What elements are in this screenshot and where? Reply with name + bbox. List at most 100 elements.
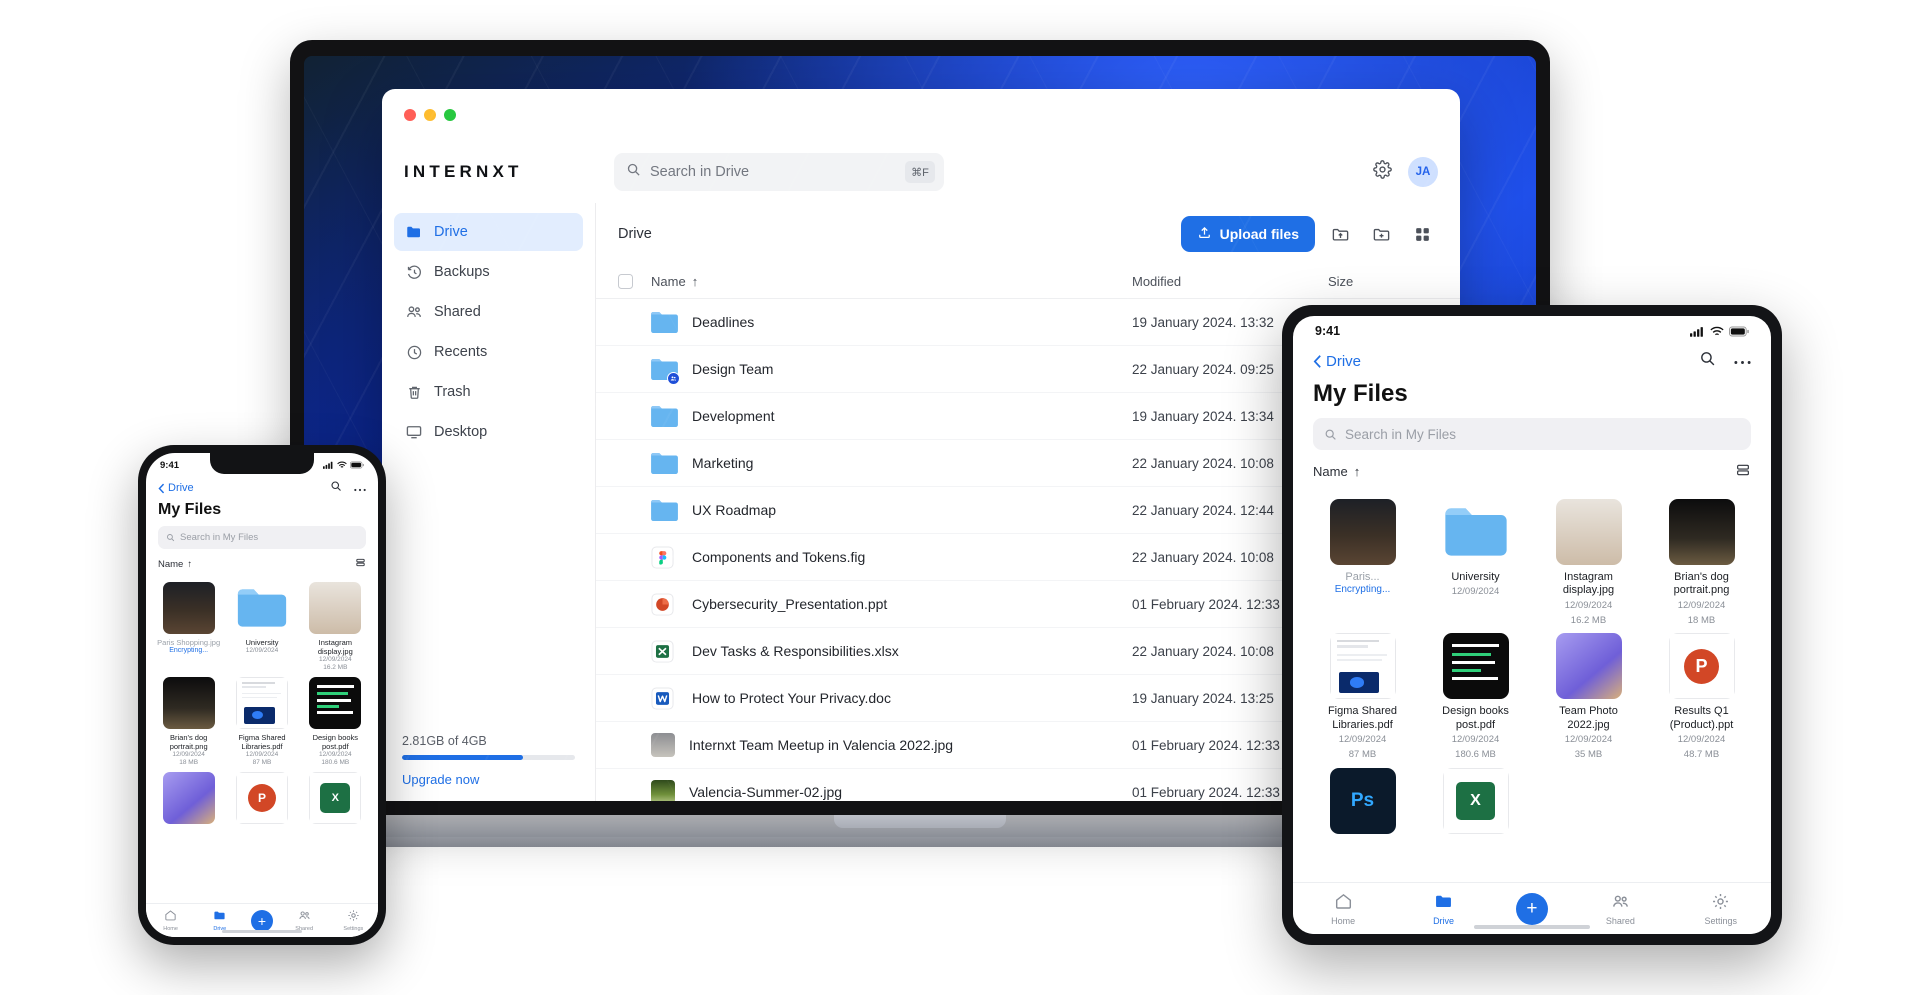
upgrade-link[interactable]: Upgrade now (402, 772, 575, 787)
tab-drive[interactable]: Drive (1416, 892, 1472, 926)
grid-item[interactable]: Instagram display.jpg12/09/202416.2 MB (1537, 499, 1640, 627)
row-checkbox[interactable] (618, 785, 633, 800)
sidebar-item-backups[interactable]: Backups (394, 253, 583, 291)
upload-files-button[interactable]: Upload files (1181, 216, 1315, 252)
grid-item[interactable]: Figma Shared Libraries.pdf12/09/202487 M… (1311, 633, 1414, 761)
file-thumbnail (1443, 499, 1509, 565)
grid-item[interactable]: University12/09/2024 (1424, 499, 1527, 627)
search-icon[interactable] (1699, 350, 1716, 372)
wifi-icon (1710, 326, 1724, 337)
row-checkbox[interactable] (618, 362, 633, 377)
tab-home[interactable]: Home (153, 909, 189, 932)
sort-label: Name (158, 559, 183, 570)
row-checkbox[interactable] (618, 409, 633, 424)
maximize-window-button[interactable] (444, 109, 456, 121)
back-button[interactable]: Drive (158, 482, 194, 494)
file-name: Design Team (692, 361, 1132, 377)
page-title: My Files (146, 499, 378, 526)
phone-navbar: Drive (146, 477, 378, 499)
file-date: 12/09/2024 (1678, 734, 1726, 747)
grid-item[interactable]: University12/09/2024 (229, 582, 294, 673)
grid-item[interactable]: Figma Shared Libraries.pdf12/09/202487 M… (229, 677, 294, 768)
grid-item[interactable]: P (229, 772, 294, 828)
grid-view-icon[interactable] (1406, 218, 1438, 250)
file-name: Instagram display.jpg (1537, 571, 1640, 598)
file-size: 18 MB (1688, 615, 1715, 628)
tab-drive[interactable]: Drive (202, 909, 238, 932)
sidebar-item-shared[interactable]: Shared (394, 293, 583, 331)
grid-item[interactable]: Team Photo 2022.jpg12/09/202435 MB (1537, 633, 1640, 761)
search-input[interactable]: Search in My Files (158, 526, 366, 549)
tab-label: Settings (1704, 916, 1737, 926)
grid-item[interactable]: Instagram display.jpg12/09/202416.2 MB (303, 582, 368, 673)
grid-item[interactable]: Paris Shopping.jpgEncrypting... (156, 582, 221, 673)
sort-control[interactable]: Name ↑ (146, 557, 378, 576)
grid-item[interactable]: Brian's dog portrait.png12/09/202418 MB (1650, 499, 1753, 627)
select-all-checkbox[interactable] (618, 274, 633, 289)
topbar-actions: JA (1373, 157, 1438, 187)
grid-item[interactable]: Design books post.pdf12/09/2024180.6 MB (1424, 633, 1527, 761)
sidebar-item-label: Drive (434, 224, 468, 240)
new-folder-upload-icon[interactable] (1324, 218, 1356, 250)
file-status: Encrypting... (169, 647, 208, 654)
marketing-composition: INTERNXT Search in Drive ⌘F (0, 0, 1920, 995)
plus-icon[interactable]: + (251, 910, 273, 932)
minimize-window-button[interactable] (424, 109, 436, 121)
grid-item[interactable]: PResults Q1 (Product).ppt12/09/202448.7 … (1650, 633, 1753, 761)
grid-item[interactable]: Paris...Encrypting... (1311, 499, 1414, 627)
list-view-icon[interactable] (355, 557, 366, 571)
sort-control[interactable]: Name ↑ (1293, 462, 1771, 489)
grid-item[interactable] (156, 772, 221, 828)
grid-item[interactable]: X (303, 772, 368, 828)
grid-item[interactable]: Brian's dog portrait.png12/09/202418 MB (156, 677, 221, 768)
tab-shared[interactable]: Shared (286, 909, 322, 932)
file-thumbnail (163, 677, 215, 729)
plus-icon[interactable]: + (1516, 893, 1548, 925)
row-checkbox[interactable] (618, 691, 633, 706)
file-thumbnail (236, 582, 288, 634)
search-input[interactable]: Search in My Files (1313, 418, 1751, 450)
file-thumbnail: P (236, 772, 288, 824)
file-thumbnail: Ps (1330, 768, 1396, 834)
grid-item[interactable]: X (1424, 768, 1527, 840)
more-icon[interactable] (354, 479, 366, 497)
row-checkbox[interactable] (618, 315, 633, 330)
row-checkbox[interactable] (618, 550, 633, 565)
avatar[interactable]: JA (1408, 157, 1438, 187)
file-size: 87 MB (253, 759, 272, 767)
row-checkbox[interactable] (618, 503, 633, 518)
close-window-button[interactable] (404, 109, 416, 121)
row-checkbox[interactable] (618, 738, 633, 753)
more-icon[interactable] (1734, 352, 1751, 370)
window-titlebar (382, 89, 1460, 141)
column-header-name[interactable]: Name ↑ (651, 274, 1132, 289)
search-icon (1324, 428, 1337, 441)
grid-item[interactable]: Design books post.pdf12/09/2024180.6 MB (303, 677, 368, 768)
tab-settings[interactable]: Settings (335, 909, 371, 932)
tab-settings[interactable]: Settings (1693, 892, 1749, 926)
file-grid: Paris...Encrypting...University12/09/202… (1293, 489, 1771, 882)
tab-home[interactable]: Home (1315, 892, 1371, 926)
search-icon[interactable] (330, 479, 342, 497)
back-button[interactable]: Drive (1313, 353, 1361, 370)
row-checkbox[interactable] (618, 597, 633, 612)
row-checkbox[interactable] (618, 644, 633, 659)
row-checkbox[interactable] (618, 456, 633, 471)
sidebar-item-trash[interactable]: Trash (394, 373, 583, 411)
gear-icon[interactable] (1373, 160, 1392, 184)
sort-label: Name (1313, 464, 1348, 479)
column-header-modified[interactable]: Modified (1132, 274, 1328, 289)
grid-item[interactable]: Ps (1311, 768, 1414, 840)
sidebar-item-recents[interactable]: Recents (394, 333, 583, 371)
list-view-icon[interactable] (1735, 462, 1751, 481)
sidebar-item-desktop[interactable]: Desktop (394, 413, 583, 451)
home-indicator (222, 930, 302, 933)
column-header-size[interactable]: Size (1328, 274, 1438, 289)
search-input[interactable]: Search in Drive ⌘F (614, 153, 944, 191)
new-folder-icon[interactable] (1365, 218, 1397, 250)
sidebar-item-drive[interactable]: Drive (394, 213, 583, 251)
sidebar-item-label: Desktop (434, 424, 487, 440)
breadcrumb[interactable]: Drive (618, 226, 652, 242)
page-title: My Files (1293, 376, 1771, 418)
tab-shared[interactable]: Shared (1592, 892, 1648, 926)
